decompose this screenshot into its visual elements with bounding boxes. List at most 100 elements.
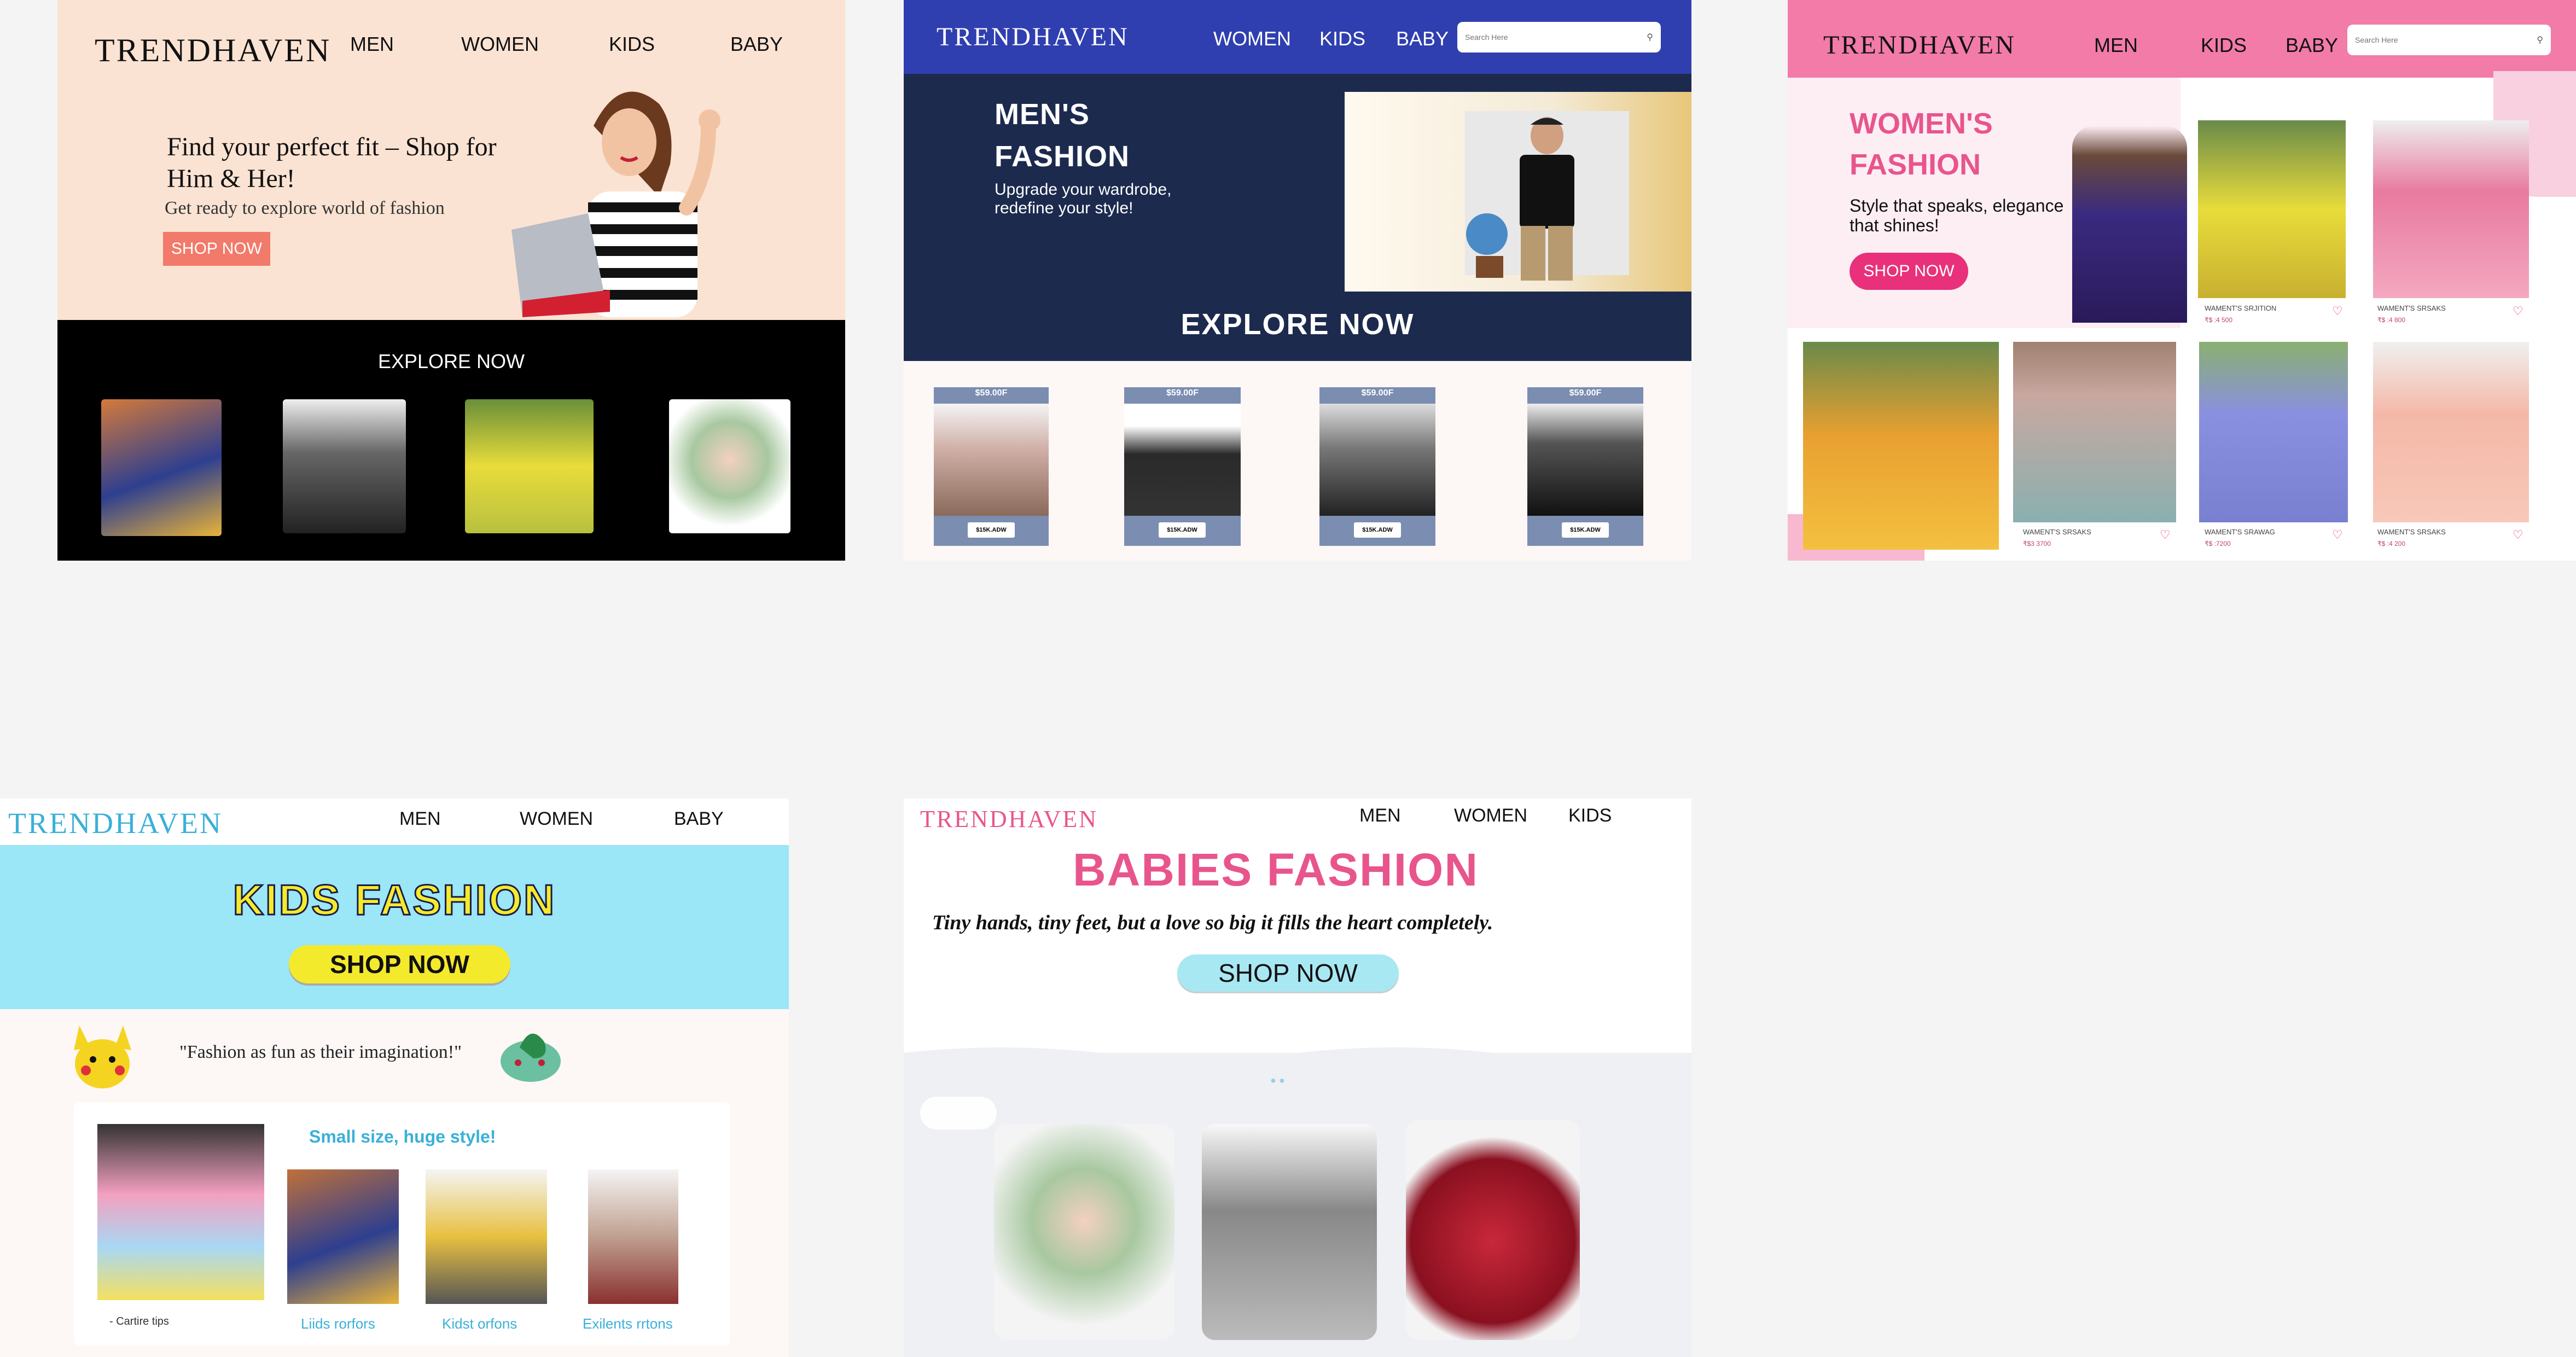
product-image[interactable]	[2198, 120, 2346, 298]
product-name: WAMENT'S SRAWAG	[2205, 528, 2275, 536]
category-baby-image[interactable]	[669, 399, 790, 533]
wishlist-heart-icon[interactable]: ♡	[2332, 528, 2343, 542]
product-image[interactable]	[426, 1169, 547, 1304]
nav-kids[interactable]: KIDS	[1319, 27, 1365, 50]
nav-women[interactable]: WOMEN	[461, 33, 539, 56]
nav-baby[interactable]: BABY	[730, 33, 783, 56]
product-image[interactable]	[1803, 342, 1999, 550]
product-image[interactable]	[994, 1124, 1174, 1340]
search-input[interactable]	[2355, 36, 2537, 44]
product-card[interactable]: $59.00F $15K.ADW	[1527, 387, 1643, 546]
product-card[interactable]: $59.00F $15K.ADW	[1124, 387, 1241, 546]
wishlist-heart-icon[interactable]: ♡	[2513, 304, 2523, 318]
hero-model-image	[2072, 126, 2187, 323]
shop-now-button[interactable]: SHOP NOW	[289, 945, 510, 983]
search-icon[interactable]: ⚲	[1647, 32, 1653, 43]
brand-logo[interactable]: TRENDHAVEN	[8, 806, 223, 840]
nav-women[interactable]: WOMEN	[1454, 805, 1527, 826]
search-input[interactable]	[1465, 33, 1647, 42]
hero-subtitle: Get ready to explore world of fashion	[165, 198, 445, 218]
product-price: ₹$3 3700	[2023, 540, 2051, 548]
product-image[interactable]	[2013, 342, 2176, 522]
caption[interactable]: Liids rorfors	[301, 1315, 375, 1332]
brand-logo[interactable]: TRENDHAVEN	[1823, 30, 2016, 60]
explore-section: EXPLORE NOW	[57, 320, 845, 561]
hero-title: KIDS FASHION	[232, 875, 556, 925]
product-image[interactable]	[287, 1169, 399, 1304]
cloud-decoration	[920, 1097, 997, 1129]
buy-button[interactable]: $15K.ADW	[1562, 522, 1609, 538]
panel-home: TRENDHAVEN MEN WOMEN KIDS BABY Find your…	[57, 0, 845, 561]
shop-now-button[interactable]: SHOP NOW	[1177, 954, 1399, 992]
wishlist-heart-icon[interactable]: ♡	[2332, 304, 2343, 318]
nav-baby[interactable]: BABY	[2286, 34, 2338, 57]
hero-title-line1: WOMEN'S	[1850, 107, 1993, 140]
product-card[interactable]: $59.00F $15K.ADW	[1319, 387, 1435, 546]
shop-now-button[interactable]: SHOP NOW	[163, 232, 270, 266]
buy-button[interactable]: $15K.ADW	[1159, 522, 1206, 538]
caption: - Cartire tips	[109, 1315, 169, 1327]
wishlist-heart-icon[interactable]: ♡	[2513, 528, 2523, 542]
nav-kids[interactable]: KIDS	[609, 33, 655, 56]
wishlist-heart-icon[interactable]: ♡	[2160, 528, 2171, 542]
product-price: ₹$ :4 200	[2377, 540, 2406, 548]
nav-women[interactable]: WOMEN	[520, 808, 593, 830]
product-name: WAMENT'S SRSAKS	[2377, 304, 2446, 312]
nav-men[interactable]: MEN	[350, 33, 394, 56]
panel-women: TRENDHAVEN MEN KIDS BABY ⚲ WOMEN'S FASHI…	[1788, 0, 2576, 561]
product-image	[1527, 404, 1643, 516]
price-tag: $59.00F	[1361, 388, 1394, 398]
price-tag: $59.00F	[975, 388, 1008, 398]
hero-title-line1: MEN'S	[995, 98, 1090, 131]
product-image	[934, 404, 1049, 516]
price-tag: $59.00F	[1569, 388, 1602, 398]
category-men-image[interactable]	[283, 399, 406, 533]
bulbasaur-icon	[490, 1020, 569, 1086]
hero-subtitle: Style that speaks, elegance that shines!	[1850, 196, 2064, 235]
featured-image[interactable]	[97, 1124, 264, 1300]
nav-kids[interactable]: KIDS	[1568, 805, 1612, 826]
category-women-image[interactable]	[465, 399, 594, 533]
buy-button[interactable]: $15K.ADW	[968, 522, 1015, 538]
product-image[interactable]	[1406, 1120, 1580, 1340]
shop-now-button[interactable]: SHOP NOW	[1850, 253, 1968, 290]
nav-men[interactable]: MEN	[399, 808, 441, 830]
product-image[interactable]	[2373, 342, 2529, 522]
brand-logo[interactable]: TRENDHAVEN	[920, 805, 1098, 833]
caption[interactable]: Kidst orfons	[442, 1315, 517, 1332]
product-image[interactable]	[588, 1169, 678, 1304]
product-image[interactable]	[1202, 1124, 1377, 1340]
explore-title[interactable]: EXPLORE NOW	[904, 307, 1691, 341]
explore-title: EXPLORE NOW	[377, 350, 525, 372]
hero-title-line2: FASHION	[995, 140, 1130, 173]
category-kids-image[interactable]	[101, 399, 222, 536]
product-name: WAMENT'S SRSAKS	[2377, 528, 2446, 536]
nav-baby[interactable]: BABY	[1396, 27, 1449, 50]
hero-image	[1345, 92, 1691, 292]
product-image[interactable]	[2199, 342, 2348, 522]
product-image[interactable]	[2373, 120, 2529, 298]
product-image	[1319, 404, 1435, 516]
nav-kids[interactable]: KIDS	[2201, 34, 2247, 57]
nav-baby[interactable]: BABY	[674, 808, 724, 830]
nav-men[interactable]: MEN	[2094, 34, 2138, 57]
pikachu-icon	[63, 1020, 142, 1091]
tagline-quote: "Fashion as fun as their imagination!"	[179, 1042, 462, 1062]
brand-logo[interactable]: TRENDHAVEN	[937, 22, 1129, 52]
product-name: WAMENT'S SRJITION	[2205, 304, 2277, 312]
search-bar[interactable]: ⚲	[1457, 22, 1661, 53]
product-name: WAMENT'S SRSAKS	[2023, 528, 2091, 536]
carousel-dots[interactable]: ● ●	[1270, 1075, 1285, 1086]
hero-title-line2: FASHION	[1850, 148, 1981, 181]
search-icon[interactable]: ⚲	[2537, 34, 2543, 45]
product-card[interactable]: $59.00F $15K.ADW	[934, 387, 1049, 546]
buy-button[interactable]: $15K.ADW	[1354, 522, 1401, 538]
hero-subtitle: Upgrade your wardrobe, redefine your sty…	[995, 180, 1172, 217]
hero-model-image	[506, 66, 812, 317]
brand-logo[interactable]: TRENDHAVEN	[95, 32, 331, 69]
nav-men[interactable]: MEN	[1359, 805, 1401, 826]
search-bar[interactable]: ⚲	[2347, 25, 2551, 55]
caption[interactable]: Exilents rrtons	[583, 1315, 673, 1332]
nav-women[interactable]: WOMEN	[1213, 27, 1291, 50]
hero-title: BABIES FASHION	[1072, 844, 1479, 895]
